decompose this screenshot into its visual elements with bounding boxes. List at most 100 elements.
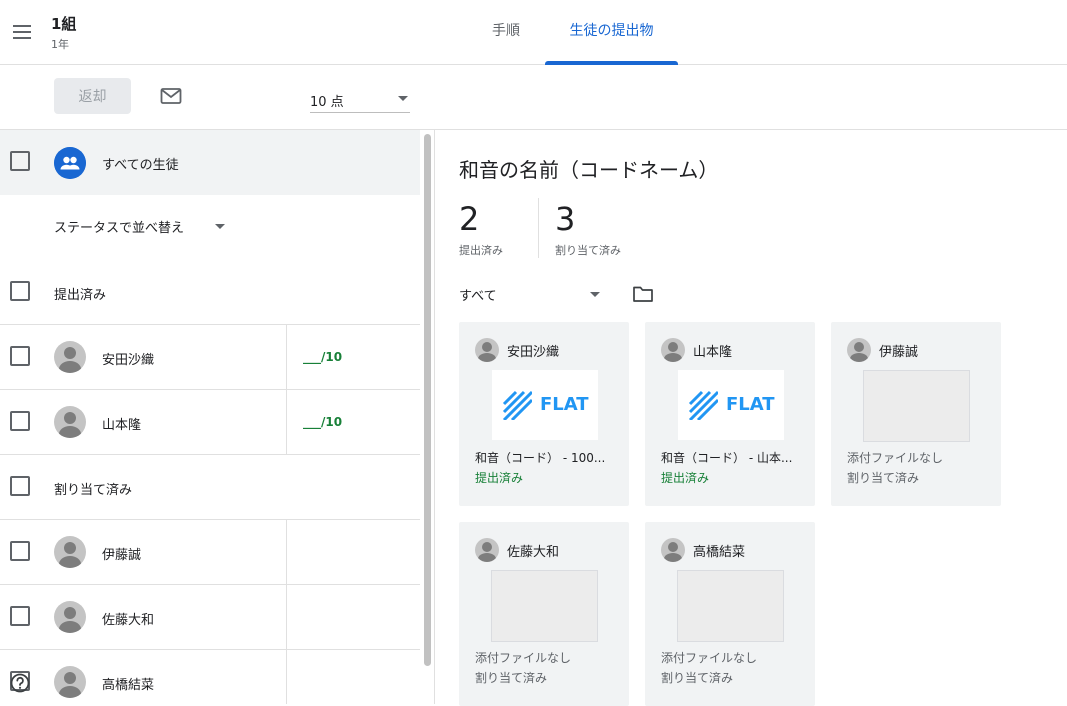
avatar — [54, 406, 86, 438]
student-checkbox[interactable] — [10, 606, 30, 626]
list-scrollbar[interactable] — [421, 130, 435, 704]
student-name: 高橋結菜 — [693, 545, 746, 560]
submission-card[interactable]: 高橋結菜 添付ファイルなし 割り当て済み — [645, 522, 815, 706]
sort-dropdown[interactable]: ステータスで並べ替え — [0, 195, 420, 260]
email-icon[interactable] — [160, 87, 182, 105]
status-badge: 提出済み — [475, 471, 524, 485]
group-checkbox-submitted[interactable] — [10, 281, 30, 301]
grade-value: ___/10 — [303, 415, 343, 429]
grade-cell[interactable] — [286, 650, 420, 704]
assigned-count: 3 — [555, 200, 576, 238]
avatar — [661, 538, 685, 562]
student-name: 安田沙織 — [102, 353, 155, 368]
group-header-assigned: 割り当て済み — [0, 455, 420, 520]
group-checkbox-assigned[interactable] — [10, 476, 30, 496]
chevron-down-icon — [590, 292, 600, 297]
all-students-row[interactable]: すべての生徒 — [0, 130, 420, 195]
student-name: 佐藤大和 — [102, 613, 155, 628]
top-app-bar: 1組 1年 手順 生徒の提出物 — [0, 0, 1067, 65]
grade-cell[interactable] — [286, 585, 420, 649]
student-name: 佐藤大和 — [507, 545, 560, 560]
assigned-count-label: 割り当て済み — [555, 244, 621, 257]
avatar — [661, 338, 685, 362]
folder-icon[interactable] — [632, 285, 654, 303]
attachment-name: 添付ファイルなし — [475, 651, 572, 665]
student-checkbox[interactable] — [10, 346, 30, 366]
empty-thumbnail — [863, 370, 970, 442]
scrollbar-thumb[interactable] — [424, 134, 431, 666]
submitted-count-label: 提出済み — [459, 244, 503, 257]
sort-label: ステータスで並べ替え — [54, 221, 185, 236]
group-header-submitted: 提出済み — [0, 260, 420, 325]
grade-cell[interactable]: ___/10 — [286, 390, 420, 454]
help-icon[interactable] — [10, 673, 30, 693]
filter-value: すべて — [459, 289, 497, 304]
points-select[interactable]: 10 点 — [310, 87, 410, 113]
student-name: 山本隆 — [102, 418, 142, 433]
submission-card[interactable]: 伊藤誠 添付ファイルなし 割り当て済み — [831, 322, 1001, 506]
chevron-down-icon — [398, 96, 408, 101]
all-students-checkbox[interactable] — [10, 151, 30, 171]
student-row[interactable]: 山本隆 ___/10 — [0, 390, 420, 455]
points-value: 10 点 — [310, 95, 344, 110]
tab-instructions[interactable]: 手順 — [476, 0, 536, 64]
submission-card[interactable]: 安田沙織 FLAT 和音（コード） - 100... 提出済み — [459, 322, 629, 506]
group-label: 提出済み — [54, 288, 107, 303]
status-badge: 提出済み — [661, 471, 710, 485]
grade-value: ___/10 — [303, 350, 343, 364]
class-title[interactable]: 1組 — [51, 13, 76, 34]
student-checkbox[interactable] — [10, 411, 30, 431]
grading-toolbar: 返却 10 点 — [0, 65, 1067, 130]
flat-logo-icon — [688, 390, 718, 420]
avatar — [475, 538, 499, 562]
student-row[interactable]: 伊藤誠 — [0, 520, 420, 585]
attachment-thumbnail[interactable]: FLAT — [678, 370, 784, 440]
people-icon — [54, 147, 86, 179]
class-section: 1年 — [51, 38, 69, 51]
student-checkbox[interactable] — [10, 541, 30, 561]
student-row[interactable]: 佐藤大和 — [0, 585, 420, 650]
student-name: 山本隆 — [693, 345, 733, 360]
avatar — [54, 341, 86, 373]
hamburger-menu-icon[interactable] — [10, 20, 34, 44]
flat-logo-icon — [502, 390, 532, 420]
filter-select[interactable]: すべて — [459, 285, 604, 307]
attachment-name: 和音（コード） - 100... — [475, 451, 606, 465]
student-name: 伊藤誠 — [879, 345, 919, 360]
return-button[interactable]: 返却 — [54, 78, 131, 114]
count-divider — [538, 198, 539, 258]
student-row[interactable]: 高橋結菜 — [0, 650, 420, 704]
student-name: 高橋結菜 — [102, 678, 155, 693]
submission-card[interactable]: 山本隆 FLAT 和音（コード） - 山本... 提出済み — [645, 322, 815, 506]
attachment-name: 添付ファイルなし — [661, 651, 758, 665]
thumbnail-logo-text: FLAT — [726, 394, 775, 415]
student-row[interactable]: 安田沙織 ___/10 — [0, 325, 420, 390]
thumbnail-logo-text: FLAT — [540, 394, 589, 415]
empty-thumbnail — [491, 570, 598, 642]
status-badge: 割り当て済み — [847, 471, 920, 485]
empty-thumbnail — [677, 570, 784, 642]
assignment-title: 和音の名前（コードネーム） — [459, 158, 719, 182]
attachment-name: 和音（コード） - 山本... — [661, 451, 793, 465]
avatar — [475, 338, 499, 362]
avatar — [847, 338, 871, 362]
attachment-name: 添付ファイルなし — [847, 451, 944, 465]
student-name: 伊藤誠 — [102, 548, 142, 563]
chevron-down-icon — [215, 224, 225, 229]
student-list: すべての生徒 ステータスで並べ替え 提出済み 安田沙織 ___/10 山本隆 _… — [0, 130, 420, 704]
avatar — [54, 666, 86, 698]
group-label: 割り当て済み — [54, 483, 133, 498]
all-students-label: すべての生徒 — [102, 158, 179, 173]
submission-overview: 和音の名前（コードネーム） 2 提出済み 3 割り当て済み すべて 安田沙織 F… — [436, 130, 1067, 706]
attachment-thumbnail[interactable]: FLAT — [492, 370, 598, 440]
student-name: 安田沙織 — [507, 345, 560, 360]
avatar — [54, 601, 86, 633]
avatar — [54, 536, 86, 568]
grade-cell[interactable] — [286, 520, 420, 584]
submitted-count: 2 — [459, 200, 480, 238]
tab-student-work[interactable]: 生徒の提出物 — [545, 0, 678, 65]
submission-card[interactable]: 佐藤大和 添付ファイルなし 割り当て済み — [459, 522, 629, 706]
status-badge: 割り当て済み — [661, 671, 734, 685]
status-badge: 割り当て済み — [475, 671, 548, 685]
grade-cell[interactable]: ___/10 — [286, 325, 420, 389]
